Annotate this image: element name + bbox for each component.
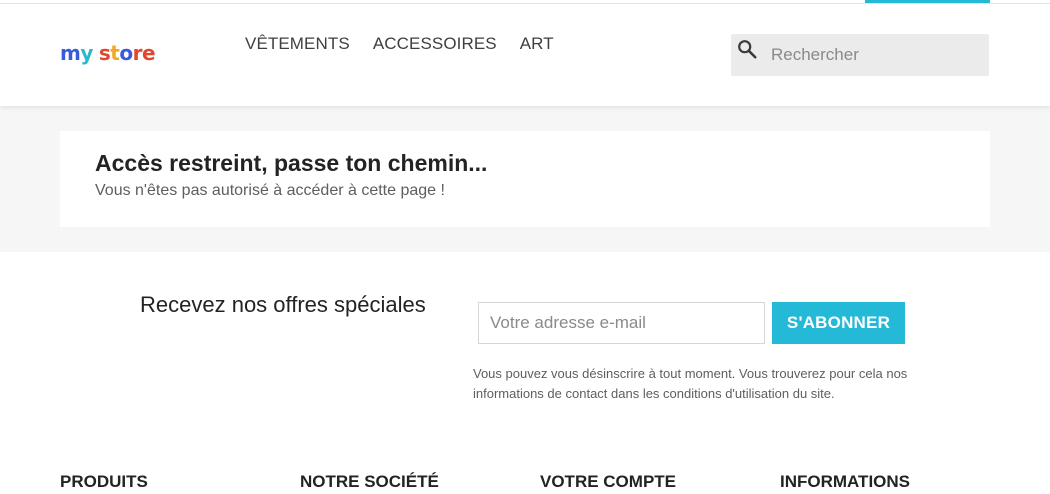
logo-letter: y bbox=[80, 41, 93, 65]
logo-letter: s bbox=[98, 41, 111, 65]
top-accent-bar bbox=[865, 0, 990, 3]
logo[interactable]: my store bbox=[60, 41, 156, 65]
nav-item-art[interactable]: ART bbox=[520, 34, 554, 54]
main-nav: VÊTEMENTS ACCESSOIRES ART bbox=[245, 34, 554, 54]
search-bar bbox=[731, 34, 989, 76]
footer-heading-produits: PRODUITS bbox=[60, 472, 148, 491]
page-title: Accès restreint, passe ton chemin... bbox=[95, 150, 488, 176]
search-icon[interactable] bbox=[736, 38, 758, 60]
subscribe-button[interactable]: S'ABONNER bbox=[772, 302, 905, 344]
logo-letter: m bbox=[60, 41, 81, 65]
logo-letter: e bbox=[141, 41, 156, 65]
newsletter-title: Recevez nos offres spéciales bbox=[140, 292, 426, 317]
restricted-access-card: Accès restreint, passe ton chemin... Vou… bbox=[60, 131, 990, 227]
logo-letter: t bbox=[110, 41, 120, 65]
search-input[interactable] bbox=[769, 42, 979, 68]
newsletter-note: Vous pouvez vous désinscrire à tout mome… bbox=[473, 366, 908, 401]
footer-heading-societe: NOTRE SOCIÉTÉ bbox=[300, 472, 439, 491]
restricted-message: Vous n'êtes pas autorisé à accéder à cet… bbox=[95, 182, 445, 199]
nav-item-vetements[interactable]: VÊTEMENTS bbox=[245, 34, 350, 54]
nav-item-accessoires[interactable]: ACCESSOIRES bbox=[373, 34, 497, 54]
logo-letter: r bbox=[132, 41, 143, 65]
email-field[interactable] bbox=[478, 302, 765, 344]
footer-heading-informations: INFORMATIONS bbox=[780, 472, 911, 491]
logo-letter: o bbox=[119, 41, 133, 65]
main-content: Accès restreint, passe ton chemin... Vou… bbox=[0, 106, 1050, 252]
footer-heading-compte: VOTRE COMPTE bbox=[540, 472, 677, 491]
site-header: my store VÊTEMENTS ACCESSOIRES ART bbox=[0, 4, 1050, 106]
